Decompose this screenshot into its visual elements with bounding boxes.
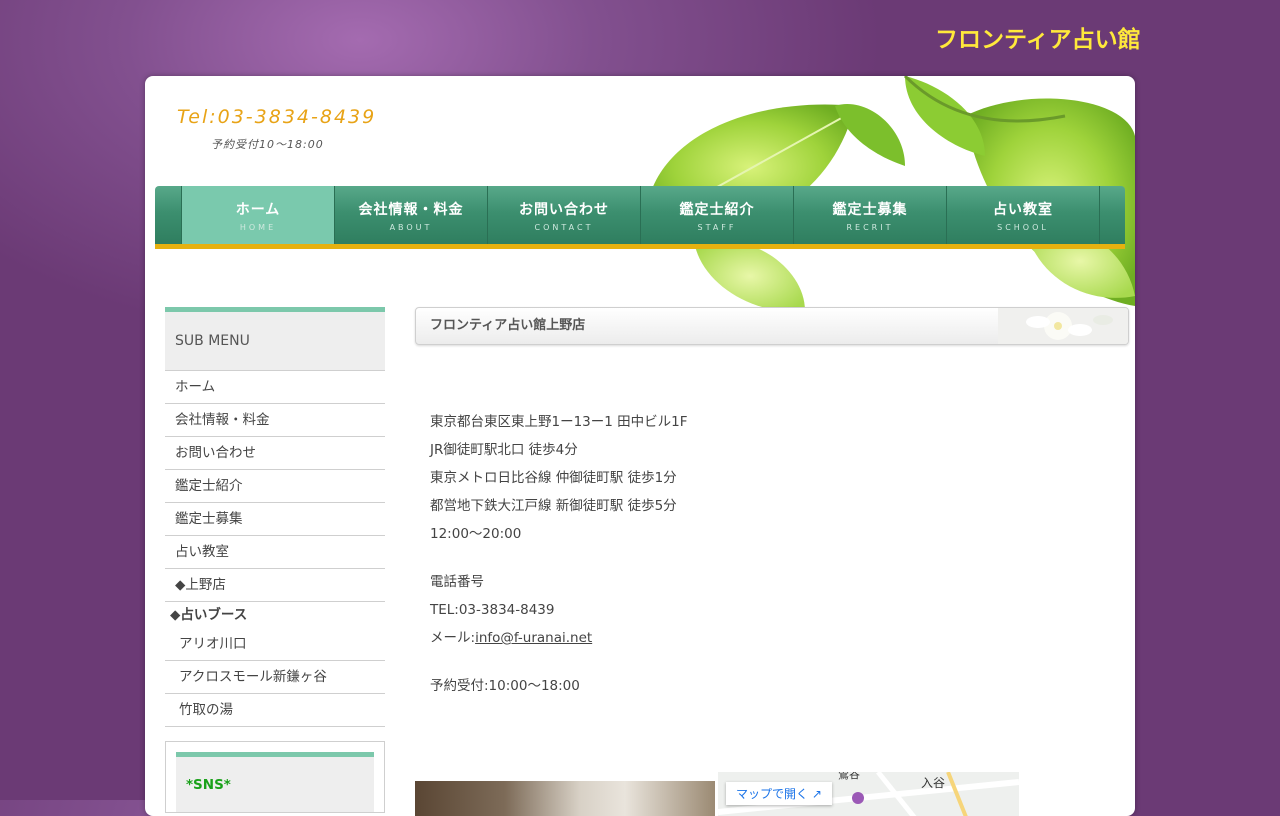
nav-label: ホーム [235, 201, 281, 218]
nav-staff[interactable]: 鑑定士紹介 STAFF [641, 186, 794, 244]
content-title-bar: フロンティア占い館上野店 [415, 307, 1129, 345]
sidebar-item-across-mall[interactable]: アクロスモール新鎌ヶ谷 [165, 661, 385, 694]
sidebar-item-ueno[interactable]: ◆上野店 [165, 569, 385, 602]
nav-contact[interactable]: お問い合わせ CONTACT [488, 186, 641, 244]
header-reservation-hours: 予約受付10～18:00 [211, 138, 324, 151]
nav-label: 鑑定士募集 [832, 201, 908, 218]
flower-decoration [998, 308, 1128, 344]
sidebar-item-home[interactable]: ホーム [165, 371, 385, 404]
nav-sublabel: RECRIT [846, 222, 894, 232]
phone-heading: 電話番号 [430, 574, 484, 590]
main-nav: ホーム HOME 会社情報・料金 ABOUT お問い合わせ CONTACT 鑑定… [155, 186, 1125, 249]
address-line: 東京都台東区東上野1ー13ー1 田中ビル1F [430, 414, 688, 430]
map-place-label: 鶯谷 [838, 772, 860, 781]
sns-heading: *SNS* [176, 752, 374, 812]
sidebar-item-recruit[interactable]: 鑑定士募集 [165, 503, 385, 536]
nav-label: 占い教室 [993, 201, 1053, 218]
nav-sublabel: SCHOOL [997, 222, 1049, 232]
access-line: JR御徒町駅北口 徒歩4分 [430, 442, 578, 458]
sidebar-group-heading: ◆占いブース [170, 607, 248, 623]
access-line: 東京メトロ日比谷線 仲御徒町駅 徒歩1分 [430, 470, 677, 486]
nav-label: 会社情報・料金 [358, 201, 464, 218]
nav-sublabel: HOME [239, 222, 277, 232]
access-line: 都営地下鉄大江戸線 新御徒町駅 徒歩5分 [430, 498, 677, 514]
mail-line: メール:info@f-uranai.net [430, 624, 688, 652]
sidebar-item-contact[interactable]: お問い合わせ [165, 437, 385, 470]
sidebar-item-staff[interactable]: 鑑定士紹介 [165, 470, 385, 503]
content-title: フロンティア占い館上野店 [430, 318, 586, 333]
reservation-hours: 予約受付:10:00〜18:00 [430, 678, 580, 694]
store-info: 東京都台東区東上野1ー13ー1 田中ビル1F JR御徒町駅北口 徒歩4分 東京メ… [430, 408, 688, 700]
map-embed[interactable]: 鶯谷 入谷 マップで開く ↗ [718, 772, 1019, 816]
sidebar-item-ario-kawaguchi[interactable]: アリオ川口 [165, 628, 385, 661]
open-map-button[interactable]: マップで開く ↗ [726, 782, 832, 805]
nav-label: 鑑定士紹介 [679, 201, 755, 218]
nav-home[interactable]: ホーム HOME [182, 186, 335, 244]
sns-box: *SNS* [165, 741, 385, 813]
nav-spacer [155, 186, 182, 244]
nav-label: お問い合わせ [519, 201, 609, 218]
site-title[interactable]: フロンティア占い館 [935, 20, 1141, 54]
sidebar: SUB MENU ホーム 会社情報・料金 お問い合わせ 鑑定士紹介 鑑定士募集 … [165, 307, 385, 813]
mail-link[interactable]: info@f-uranai.net [475, 630, 592, 646]
sidebar-heading: SUB MENU [165, 307, 385, 371]
map-place-label: 入谷 [921, 776, 946, 790]
nav-sublabel: STAFF [697, 222, 737, 232]
sidebar-item-taketori[interactable]: 竹取の湯 [165, 694, 385, 727]
phone-number: TEL:03-3834-8439 [430, 602, 555, 618]
sidebar-item-about[interactable]: 会社情報・料金 [165, 404, 385, 437]
main-card: Tel:03-3834-8439 予約受付10～18:00 ホーム HOME 会… [145, 76, 1135, 816]
nav-recruit[interactable]: 鑑定士募集 RECRIT [794, 186, 947, 244]
nav-sublabel: ABOUT [389, 222, 433, 232]
nav-sublabel: CONTACT [534, 222, 594, 232]
business-hours: 12:00〜20:00 [430, 526, 522, 542]
mail-label: メール: [430, 630, 476, 646]
nav-about[interactable]: 会社情報・料金 ABOUT [335, 186, 488, 244]
header-phone: Tel:03-3834-8439 [177, 106, 377, 128]
sidebar-item-school[interactable]: 占い教室 [165, 536, 385, 569]
store-photo [415, 781, 715, 816]
nav-school[interactable]: 占い教室 SCHOOL [947, 186, 1100, 244]
